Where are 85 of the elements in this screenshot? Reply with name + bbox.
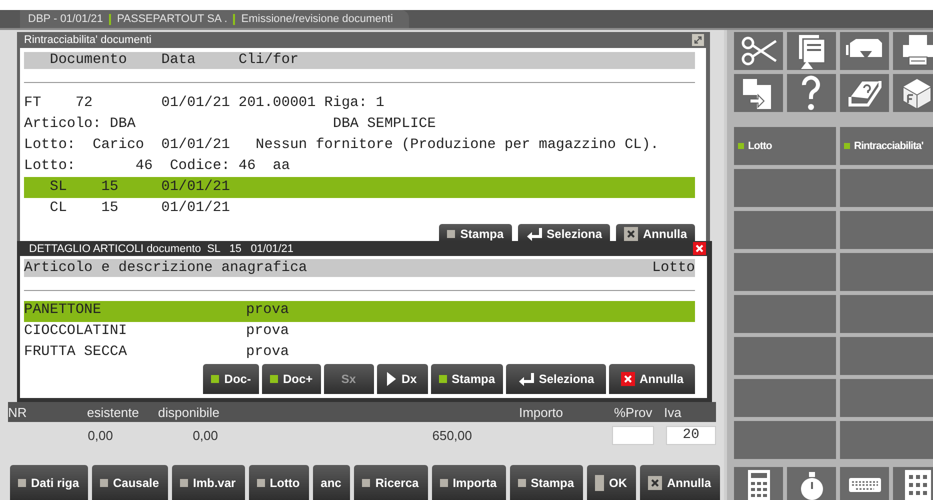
- square-icon: [18, 478, 26, 486]
- column-header: Importo: [518, 404, 564, 420]
- function-key[interactable]: Rintracciabilita': [840, 127, 933, 165]
- input-field[interactable]: 20: [666, 426, 716, 444]
- square-icon: [447, 230, 456, 238]
- window-button[interactable]: Stampa: [430, 364, 503, 394]
- detail-line: Articolo: DBA DBA SEMPLICE: [24, 115, 437, 134]
- article-name: FRUTTA SECCA: [24, 343, 128, 362]
- window-button[interactable]: Doc+: [262, 364, 321, 394]
- window-button[interactable]: Doc-: [203, 364, 259, 394]
- square-icon: [270, 375, 278, 383]
- square-icon: [362, 478, 370, 486]
- article-name: CIOCCOLATINI: [24, 322, 128, 341]
- detail-line: Lotto: Carico 01/01/21 Nessun fornitore (Produzione per magazzino CL).: [24, 136, 660, 155]
- square-icon: [440, 478, 448, 486]
- function-key[interactable]: [734, 337, 836, 375]
- function-key[interactable]: [840, 211, 933, 249]
- square-icon: [438, 375, 447, 383]
- column-header: %Prov: [614, 404, 654, 420]
- title-text: DBP - 01/01/21: [28, 13, 104, 25]
- toolbar-button[interactable]: Dati riga: [10, 465, 88, 500]
- article-row[interactable]: PANETTONE prova: [24, 301, 695, 322]
- function-key[interactable]: [734, 169, 836, 207]
- function-key[interactable]: [734, 211, 836, 249]
- article-description: prova: [246, 343, 290, 362]
- window-button[interactable]: Annulla: [609, 364, 695, 394]
- title-text: PASSEPARTOUT SA .: [117, 13, 228, 25]
- maximize-icon[interactable]: [692, 34, 704, 46]
- column-header: esistente: [86, 404, 140, 420]
- toolbar-button[interactable]: anc: [312, 465, 350, 500]
- square-icon: [211, 375, 220, 383]
- value-text: 0,00: [86, 428, 114, 442]
- function-key[interactable]: [840, 421, 933, 459]
- column-header: NR: [8, 404, 28, 420]
- column-header: Documento Data Cli/for: [24, 52, 695, 69]
- article-description: prova: [246, 322, 290, 341]
- document-row[interactable]: CL 15 01/01/21: [24, 198, 695, 219]
- function-key[interactable]: [840, 337, 933, 375]
- column-header: Iva: [664, 404, 682, 420]
- toolbar-button[interactable]: Ricerca: [354, 465, 428, 500]
- value-text: 650,00: [431, 428, 473, 442]
- function-key[interactable]: [734, 253, 836, 291]
- function-key[interactable]: [840, 253, 933, 291]
- bar-icon: [595, 474, 604, 490]
- column-header: Articolo e descrizione anagrafica: [24, 259, 308, 277]
- article-description: prova: [246, 301, 290, 320]
- document-row[interactable]: SL 15 01/01/21: [24, 177, 695, 198]
- title-text: Emissione/revisione documenti: [241, 13, 393, 25]
- article-row[interactable]: FRUTTA SECCA prova: [24, 343, 695, 364]
- function-key[interactable]: [840, 379, 933, 417]
- close-icon[interactable]: [693, 242, 706, 255]
- value-text: 0,00: [192, 428, 218, 442]
- toolbar-button[interactable]: Imb.var: [172, 465, 245, 500]
- close-icon: [620, 372, 634, 386]
- return-arrow-icon: [526, 226, 542, 240]
- return-arrow-icon: [518, 372, 534, 386]
- toolbar-button[interactable]: Stampa: [510, 465, 584, 500]
- column-header: disponibile: [158, 404, 220, 420]
- square-icon: [180, 478, 188, 486]
- window-button[interactable]: Dx: [376, 364, 428, 394]
- toolbar-button[interactable]: OK: [587, 465, 636, 500]
- toolbar-button[interactable]: Annulla: [640, 465, 720, 500]
- window-button[interactable]: Seleziona: [506, 364, 606, 394]
- close-icon: [648, 476, 662, 490]
- square-icon: [100, 478, 108, 486]
- window-title: DETTAGLIO ARTICOLI documento SL 15 01/01/21: [29, 242, 294, 254]
- input-field[interactable]: [612, 426, 654, 444]
- function-key[interactable]: Lotto: [734, 127, 836, 165]
- toolbar-button[interactable]: Importa: [432, 465, 506, 500]
- function-key[interactable]: [840, 169, 933, 207]
- function-key[interactable]: [734, 421, 836, 459]
- window-title: Rintracciabilita' documenti: [24, 34, 152, 46]
- column-header: Lotto: [652, 259, 695, 277]
- function-key[interactable]: [840, 295, 933, 333]
- detail-line: FT 72 01/01/21 201.00001 Riga: 1: [24, 94, 386, 113]
- function-key[interactable]: [734, 379, 836, 417]
- article-name: PANETTONE: [24, 301, 102, 320]
- article-row[interactable]: CIOCCOLATINI prova: [24, 322, 695, 343]
- detail-line: Lotto: 46 Codice: 46 aa: [24, 157, 291, 176]
- square-icon: [256, 478, 265, 486]
- triangle-icon: [387, 372, 396, 386]
- toolbar-button[interactable]: Lotto: [248, 465, 309, 500]
- square-icon: [518, 478, 526, 486]
- function-key[interactable]: [734, 295, 836, 333]
- toolbar-button[interactable]: Causale: [92, 465, 168, 500]
